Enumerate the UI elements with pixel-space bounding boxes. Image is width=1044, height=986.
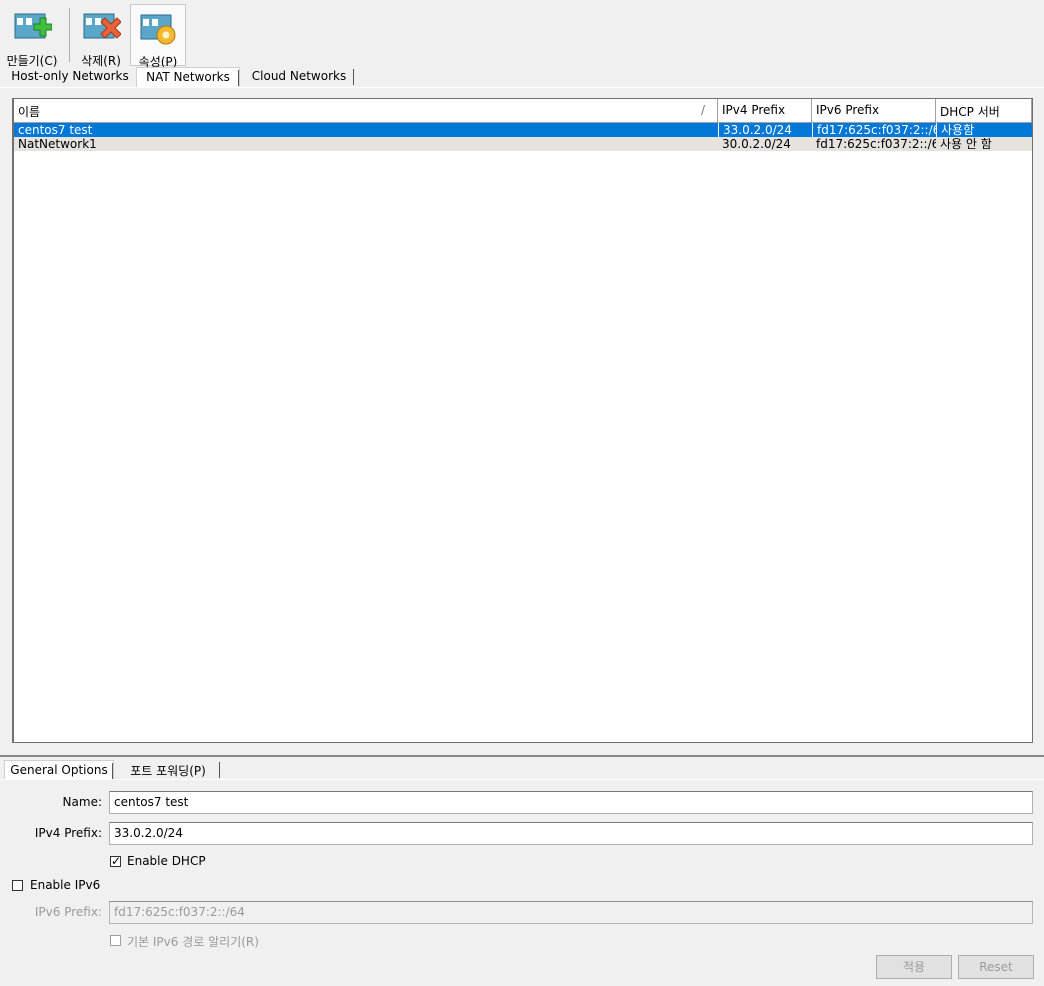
network-type-tabs: Host-only Networks NAT Networks Cloud Ne… — [0, 67, 1044, 87]
tab-label: Cloud Networks — [251, 69, 347, 83]
tab-label: NAT Networks — [146, 70, 230, 84]
ipv4-prefix-label: IPv4 Prefix: — [34, 826, 102, 840]
column-header-ipv4[interactable]: IPv4 Prefix — [718, 99, 812, 122]
enable-dhcp-checkbox[interactable]: ✓ — [110, 854, 122, 868]
tab-divider — [353, 69, 354, 85]
enable-ipv6-label: Enable IPv6 — [30, 878, 101, 892]
panel-splitter[interactable] — [0, 755, 1044, 757]
row-ipv6: fd17:625c:f037:2::/64 — [812, 123, 936, 137]
ipv6-prefix-label: IPv6 Prefix: — [34, 905, 102, 919]
advertise-default-route-checkbox[interactable] — [110, 935, 121, 946]
delete-button[interactable]: 삭제(R) — [74, 4, 128, 68]
nat-network-list[interactable]: 이름 / IPv4 Prefix IPv6 Prefix DHCP 서버 cen… — [12, 98, 1033, 743]
toolbar-separator — [69, 8, 70, 62]
network-remove-icon — [83, 13, 121, 39]
tab-divider — [112, 763, 113, 779]
tab-general-options[interactable]: General Options — [4, 760, 114, 780]
list-header: 이름 / IPv4 Prefix IPv6 Prefix DHCP 서버 — [14, 99, 1032, 123]
ipv6-prefix-field[interactable]: fd17:625c:f037:2::/64 — [109, 901, 1033, 924]
tab-label: Host-only Networks — [11, 69, 129, 83]
tab-divider — [238, 70, 239, 86]
table-row[interactable]: centos7 test 33.0.2.0/24 fd17:625c:f037:… — [14, 123, 1032, 137]
column-header-dhcp[interactable]: DHCP 서버 — [936, 99, 1032, 122]
tab-cloud-networks[interactable]: Cloud Networks — [244, 67, 354, 87]
network-properties-icon — [140, 14, 176, 45]
tab-label: 포트 포워딩(P) — [130, 764, 206, 778]
tab-divider — [219, 762, 220, 778]
column-label: DHCP 서버 — [940, 105, 1000, 119]
sort-indicator-icon: / — [700, 103, 705, 117]
details-tabs: General Options 포트 포워딩(P) — [0, 760, 1044, 780]
enable-dhcp-label: Enable DHCP — [127, 854, 206, 868]
tab-label: General Options — [10, 763, 108, 777]
tab-port-forwarding[interactable]: 포트 포워딩(P) — [116, 760, 220, 780]
enable-ipv6-checkbox[interactable] — [12, 880, 23, 891]
column-label: IPv6 Prefix — [816, 103, 880, 117]
row-dhcp: 사용함 — [936, 123, 1032, 137]
column-label: IPv4 Prefix — [722, 103, 786, 117]
tab-nat-networks[interactable]: NAT Networks — [136, 67, 240, 87]
ipv4-prefix-field[interactable]: 33.0.2.0/24 — [109, 822, 1033, 845]
network-add-icon — [14, 13, 52, 39]
table-row[interactable]: NatNetwork1 30.0.2.0/24 fd17:625c:f037:2… — [14, 137, 1032, 151]
tab-host-only-networks[interactable]: Host-only Networks — [4, 67, 136, 87]
row-name: NatNetwork1 — [18, 137, 97, 151]
reset-button[interactable]: Reset — [958, 955, 1034, 979]
properties-button[interactable]: 속성(P) — [130, 4, 186, 69]
name-label: Name: — [62, 795, 102, 809]
apply-button[interactable]: 적용 — [876, 955, 952, 979]
name-field[interactable]: centos7 test — [109, 791, 1033, 814]
column-label: 이름 — [18, 105, 41, 119]
toolbar: 만들기(C) 삭제(R) 속성(P) — [0, 0, 1044, 69]
column-header-name[interactable]: 이름 / — [14, 99, 718, 122]
create-button[interactable]: 만들기(C) — [2, 4, 62, 68]
tab-underline — [0, 87, 1044, 88]
row-dhcp: 사용 안 함 — [940, 137, 992, 151]
advertise-default-route-label: 기본 IPv6 경로 알리기(R) — [127, 935, 259, 949]
column-header-ipv6[interactable]: IPv6 Prefix — [812, 99, 936, 122]
row-name: centos7 test — [18, 123, 93, 137]
row-ipv4: 33.0.2.0/24 — [718, 123, 812, 137]
check-mark-icon: ✓ — [111, 854, 122, 868]
tab-underline — [0, 779, 1044, 780]
row-ipv4: 30.0.2.0/24 — [722, 137, 791, 151]
row-ipv6: fd17:625c:f037:2::/64 — [816, 137, 936, 151]
